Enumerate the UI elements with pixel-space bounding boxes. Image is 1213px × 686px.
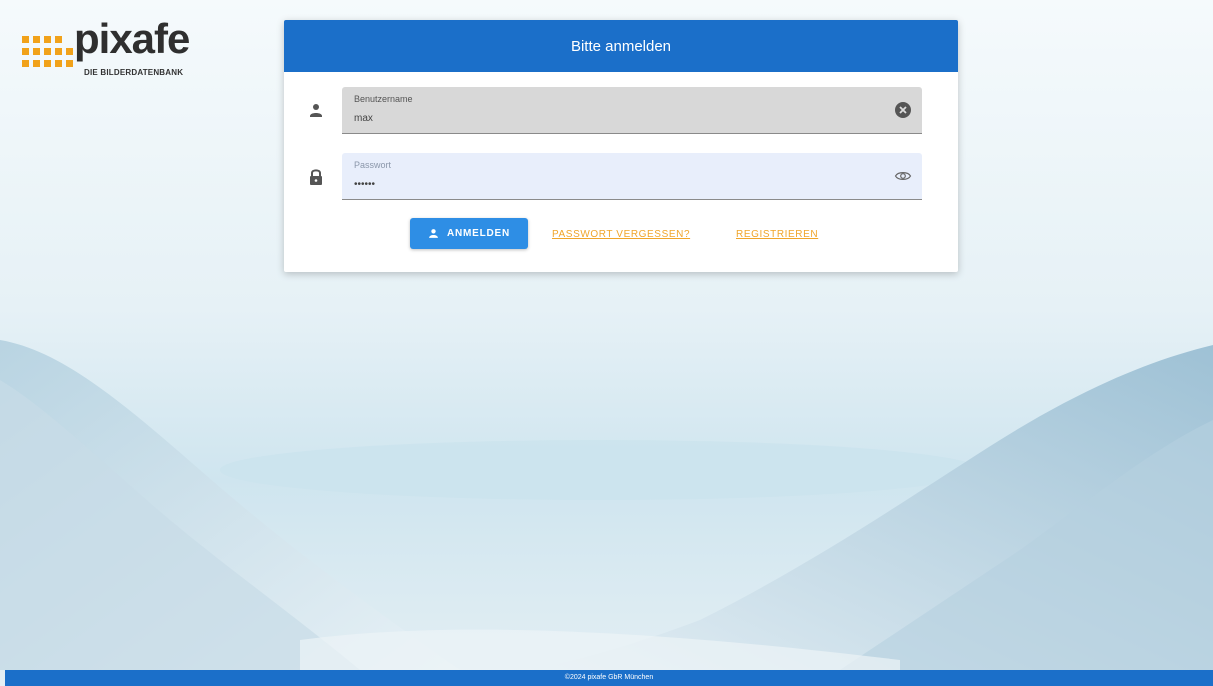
lock-icon	[310, 169, 322, 185]
username-label: Benutzername	[354, 94, 413, 104]
brand-logo[interactable]: pixafe DIE BILDERDATENBANK	[22, 15, 207, 82]
login-actions: ANMELDEN PASSWORT VERGESSEN? REGISTRIERE…	[284, 218, 958, 250]
clear-icon[interactable]	[894, 101, 912, 119]
username-row: Benutzername	[284, 87, 958, 135]
user-icon	[310, 104, 322, 117]
login-title: Bitte anmelden	[284, 20, 958, 72]
password-input[interactable]	[354, 175, 854, 193]
password-row: Passwort	[284, 153, 958, 201]
eye-icon[interactable]	[894, 167, 912, 185]
user-icon	[429, 229, 438, 238]
login-card: Bitte anmelden Benutzername Passwort	[284, 20, 958, 272]
brand-tagline: DIE BILDERDATENBANK	[84, 68, 184, 77]
username-input[interactable]	[354, 109, 854, 127]
footer: ©2024 pixafe GbR München	[5, 670, 1213, 686]
forgot-password-link[interactable]: PASSWORT VERGESSEN?	[552, 229, 690, 240]
username-field[interactable]: Benutzername	[342, 87, 922, 134]
password-field[interactable]: Passwort	[342, 153, 922, 200]
password-label: Passwort	[354, 160, 392, 170]
footer-text: ©2024 pixafe GbR München	[564, 674, 654, 681]
logo-dots-icon	[22, 28, 74, 76]
brand-name: pixafe	[74, 15, 190, 62]
login-button-label: ANMELDEN	[446, 228, 511, 239]
login-button[interactable]: ANMELDEN	[410, 218, 528, 249]
register-link[interactable]: REGISTRIEREN	[736, 229, 818, 240]
